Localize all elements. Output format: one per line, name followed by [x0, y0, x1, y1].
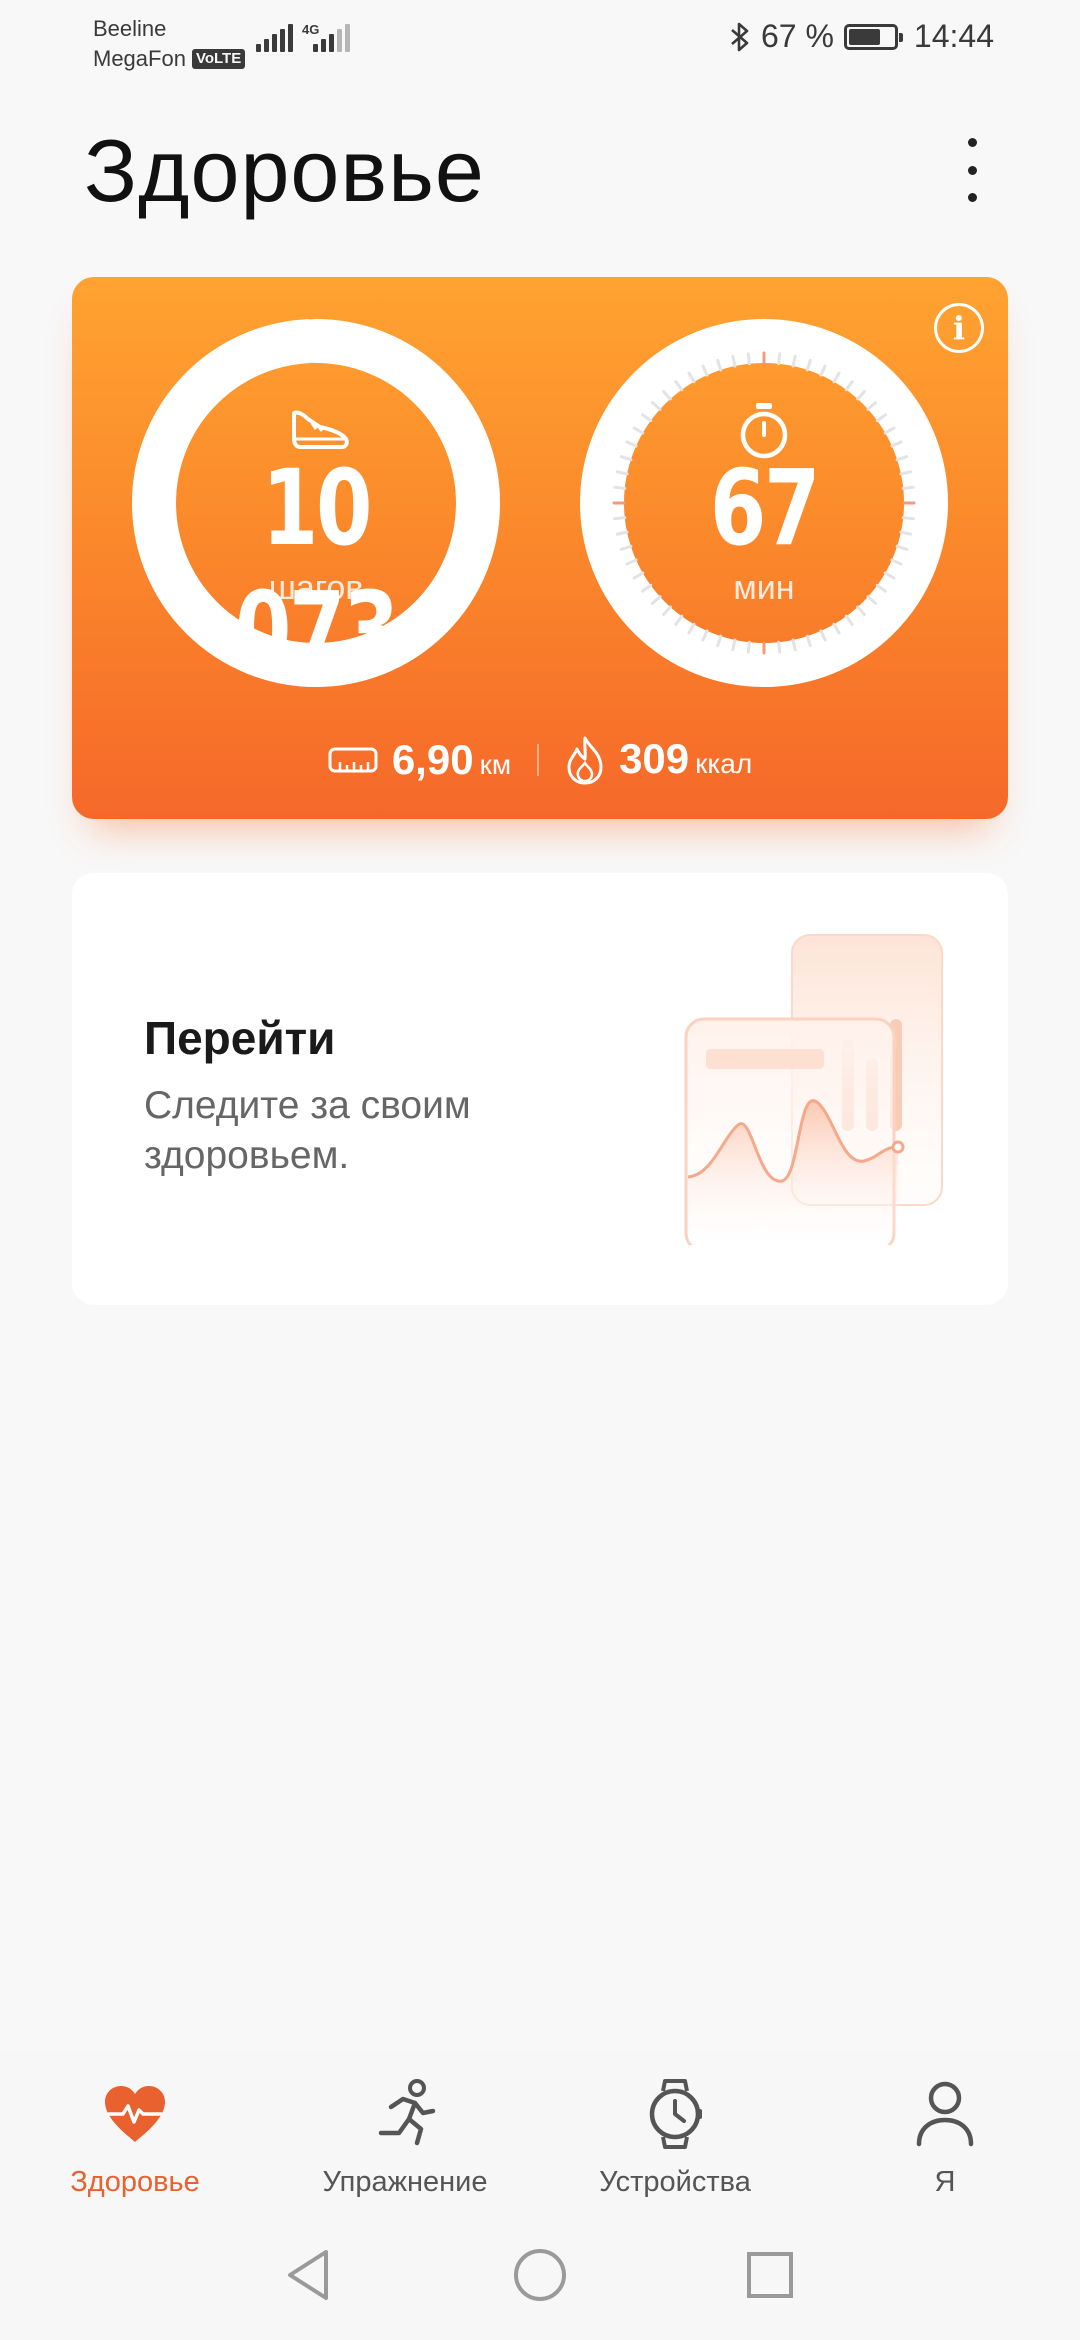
health-screen: Beeline MegaFon VoLTE 4G 67 % 14:44 Здор… [0, 0, 1080, 2340]
nav-me[interactable]: Я [810, 2050, 1080, 2210]
nav-label: Здоровье [70, 2166, 200, 2198]
person-icon [916, 2081, 974, 2147]
activity-card[interactable]: i 10 073 шагов 67 мин 6,90 км 309 ккал [72, 277, 1008, 819]
home-button[interactable] [505, 2240, 575, 2310]
nav-health[interactable]: Здоровье [0, 2050, 270, 2210]
nav-label: Я [934, 2166, 956, 2198]
time-tick [777, 352, 782, 366]
back-triangle-icon [288, 2250, 328, 2300]
calories-metric: 309 ккал [565, 735, 752, 785]
distance-unit: км [479, 749, 512, 780]
distance-metric: 6,90 км [328, 736, 511, 784]
time-tick [791, 354, 797, 368]
heart-pulse-icon [105, 2086, 165, 2142]
more-dot-icon [967, 138, 977, 147]
shoe-icon [292, 410, 349, 449]
watch-icon [649, 2079, 702, 2149]
home-circle-icon [514, 2249, 566, 2301]
status-right: 67 % 14:44 [729, 18, 994, 55]
ruler-icon [328, 747, 378, 773]
summary-divider [537, 744, 540, 776]
time-tick [777, 640, 782, 654]
calories-value: 309 [619, 735, 690, 782]
time-tick [746, 640, 751, 654]
health-promo-card[interactable]: Перейти Следите за своим здоровьем. [72, 873, 1008, 1305]
running-icon [378, 2079, 436, 2146]
flame-icon [567, 736, 603, 785]
more-dot-icon [967, 193, 977, 202]
nav-label: Упражнение [322, 2166, 488, 2198]
nav-label: Устройства [599, 2166, 751, 2198]
battery-percent: 67 % [760, 18, 834, 54]
clock: 14:44 [913, 18, 994, 54]
status-bar: Beeline MegaFon VoLTE 4G 67 % 14:44 [0, 0, 1080, 80]
time-tick [731, 638, 737, 652]
time-tick [731, 354, 737, 368]
battery-icon [843, 23, 903, 50]
recents-button[interactable] [735, 2240, 805, 2310]
distance-value: 6,90 [391, 736, 474, 783]
time-tick [746, 352, 751, 366]
signal-1-icon [256, 22, 293, 52]
carrier-info: Beeline MegaFon VoLTE [93, 14, 246, 74]
more-options-button[interactable] [952, 130, 992, 210]
promo-text: Следите за своим здоровьем. [144, 1084, 471, 1177]
health-chart-illustration [684, 934, 943, 1245]
steps-unit: шагов [268, 569, 364, 607]
carrier-2: MegaFon [93, 46, 186, 71]
active-time-value: 67 [709, 447, 821, 569]
bottom-navigation: Здоровье Упражнение Устройства Я [0, 2050, 1080, 2210]
active-time-unit: мин [733, 569, 795, 607]
carrier-1: Beeline [93, 16, 167, 41]
activity-summary: 6,90 км 309 ккал [72, 730, 1008, 790]
volte-badge: VoLTE [191, 49, 246, 69]
nav-devices[interactable]: Устройства [540, 2050, 810, 2210]
recents-square-icon [747, 2252, 793, 2298]
time-tick [791, 638, 797, 652]
nav-exercise[interactable]: Упражнение [270, 2050, 540, 2210]
back-button[interactable] [274, 2240, 344, 2310]
calories-unit: ккал [695, 748, 753, 779]
page-title: Здоровье [84, 121, 485, 220]
bluetooth-icon [731, 22, 749, 51]
promo-title: Перейти [144, 1012, 336, 1064]
more-dot-icon [967, 165, 977, 175]
system-navigation-bar [0, 2210, 1080, 2340]
network-type: 4G [302, 22, 320, 37]
